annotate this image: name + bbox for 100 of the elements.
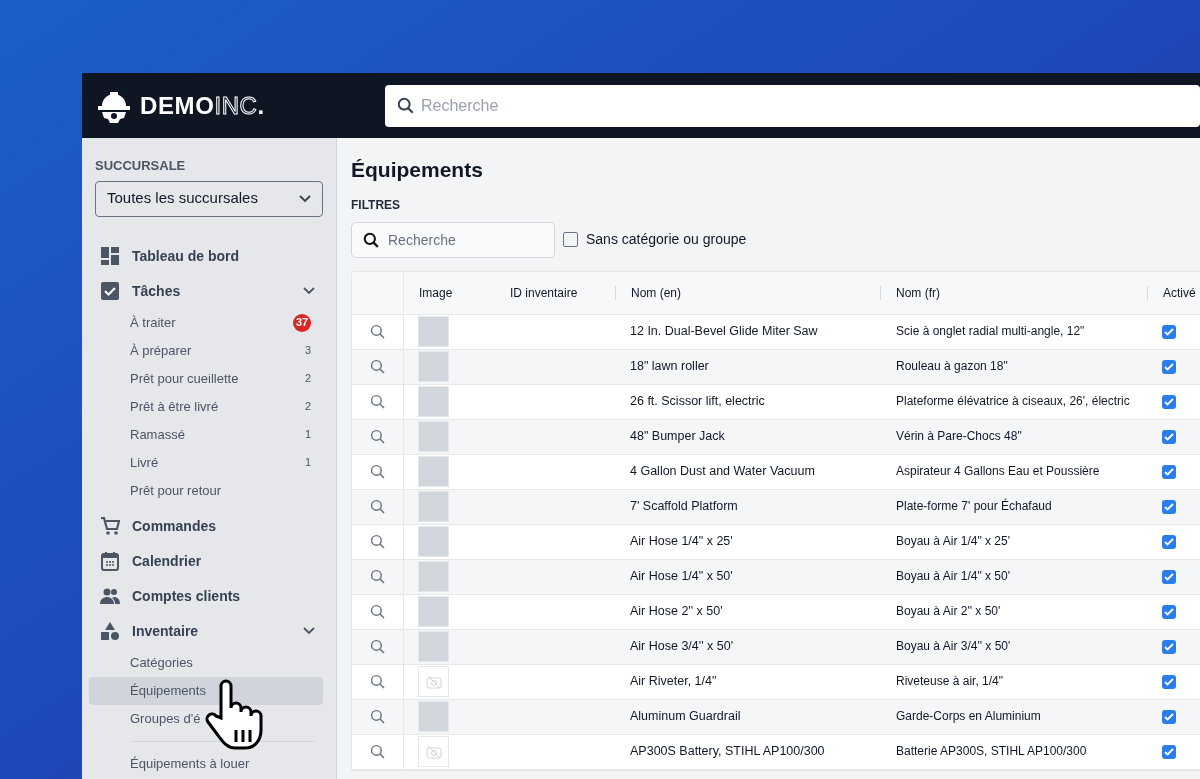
nav-subitem[interactable]: À préparer 3 bbox=[89, 336, 323, 365]
table-cell: Rouleau à gazon 18" bbox=[896, 359, 1008, 374]
nav-item[interactable]: Tâches bbox=[95, 273, 323, 309]
search-icon[interactable] bbox=[369, 323, 386, 340]
table-cell: Aspirateur 4 Gallons Eau et Poussière bbox=[896, 464, 1100, 479]
logo-text: . bbox=[257, 90, 265, 121]
nav-item[interactable]: Comptes clients bbox=[95, 578, 323, 614]
dashboard-icon bbox=[100, 246, 120, 266]
search-icon[interactable] bbox=[369, 498, 386, 515]
checkbox-label: Sans catégorie ou groupe bbox=[586, 230, 747, 249]
search-icon[interactable] bbox=[369, 673, 386, 690]
cart-icon bbox=[100, 516, 120, 536]
table-cell: 26 ft. Scissor lift, electric bbox=[630, 394, 765, 409]
checkbox[interactable] bbox=[1162, 604, 1176, 619]
checkbox[interactable] bbox=[1162, 394, 1176, 409]
search-icon[interactable] bbox=[369, 708, 386, 725]
checkbox[interactable] bbox=[1162, 674, 1176, 689]
nav-item[interactable]: Commandes bbox=[95, 508, 323, 544]
count-label: 1 bbox=[304, 427, 311, 443]
search-icon bbox=[363, 231, 380, 249]
table-cell: Boyau à Air 2'' x 50' bbox=[896, 604, 1001, 619]
column-header[interactable]: ID inventaire bbox=[510, 283, 578, 302]
table-cell: Air Hose 1/4" x 50' bbox=[630, 569, 733, 584]
nav-item[interactable]: Inventaire bbox=[95, 613, 323, 649]
nav-subitem[interactable]: Prêt à être livré 2 bbox=[89, 392, 323, 421]
table-cell: Garde-Corps en Aluminium bbox=[896, 709, 1041, 724]
table-cell: Air Hose 1/4" x 25' bbox=[630, 534, 733, 549]
people-icon bbox=[100, 586, 120, 606]
logo-text: DEMO bbox=[140, 90, 215, 121]
table-cell: 18" lawn roller bbox=[630, 359, 709, 374]
nav-subitem[interactable]: Prêt pour cueillette 2 bbox=[89, 364, 323, 393]
table-cell: Air Hose 3/4'' x 50' bbox=[630, 639, 734, 654]
count-label: 3 bbox=[304, 343, 311, 359]
column-header[interactable]: Nom (fr) bbox=[896, 283, 940, 302]
checkbox[interactable] bbox=[1162, 464, 1176, 479]
table-cell: Boyau à Air 1/4" x 25' bbox=[896, 534, 1010, 549]
nav-item[interactable]: Tableau de bord bbox=[95, 238, 323, 274]
search-icon[interactable] bbox=[369, 358, 386, 375]
search-icon[interactable] bbox=[369, 568, 386, 585]
search-icon[interactable] bbox=[369, 603, 386, 620]
calendar-icon bbox=[100, 551, 120, 571]
column-header[interactable]: Image bbox=[419, 283, 453, 302]
checkbox[interactable] bbox=[1162, 744, 1176, 759]
chevron-down-icon bbox=[299, 194, 311, 203]
count-label: 2 bbox=[304, 399, 311, 415]
column-header[interactable]: Nom (en) bbox=[631, 283, 681, 302]
branch-label: SUCCURSALE bbox=[95, 157, 187, 175]
table-cell: AP300S Battery, STIHL AP100/300 bbox=[630, 744, 825, 759]
search-icon[interactable] bbox=[369, 428, 386, 445]
nav-subitem[interactable]: Équipements bbox=[89, 676, 323, 705]
table-cell: Scie à onglet radial multi-angle, 12" bbox=[896, 324, 1085, 339]
table-cell: Air Riveter, 1/4" bbox=[630, 674, 717, 689]
count-label: 1 bbox=[304, 455, 311, 471]
nav-subitem[interactable]: Groupes d'é bbox=[89, 704, 323, 733]
page-title: Équipements bbox=[351, 157, 484, 183]
table-cell: Plate-forme 7' pour Échafaud bbox=[896, 499, 1052, 514]
checkbox[interactable] bbox=[563, 232, 578, 247]
checkbox[interactable] bbox=[1162, 639, 1176, 654]
checkbox[interactable] bbox=[1162, 359, 1176, 374]
search-icon[interactable] bbox=[369, 393, 386, 410]
table-cell: Batterie AP300S, STIHL AP100/300 bbox=[896, 744, 1087, 759]
nav-item[interactable]: Calendrier bbox=[95, 543, 323, 579]
nav-subitem[interactable]: Livré 1 bbox=[89, 448, 323, 477]
count-label: 2 bbox=[304, 371, 311, 387]
count-badge: 37 bbox=[293, 313, 311, 332]
filter-search-field[interactable]: Recherche bbox=[351, 221, 555, 258]
nav-subitem[interactable]: Ramassé 1 bbox=[89, 420, 323, 449]
search-icon bbox=[397, 96, 415, 115]
table-cell: Plateforme élévatrice à ciseaux, 26', électric bbox=[896, 394, 1130, 409]
table-cell: 7' Scaffold Platform bbox=[630, 499, 738, 514]
checkbox[interactable] bbox=[1162, 429, 1176, 444]
table-cell: Boyau à Air 3/4'' x 50' bbox=[896, 639, 1011, 654]
table-cell: Boyau à Air 1/4" x 50' bbox=[896, 569, 1010, 584]
search-icon[interactable] bbox=[369, 638, 386, 655]
table-cell: Vérin à Pare-Chocs 48" bbox=[896, 429, 1022, 444]
table-cell: 12 In. Dual-Bevel Glide Miter Saw bbox=[630, 324, 818, 339]
table-cell: Air Hose 2'' x 50' bbox=[630, 604, 723, 619]
branch-select[interactable]: Toutes les succursales bbox=[95, 180, 323, 217]
search-icon[interactable] bbox=[369, 743, 386, 760]
checkbox-icon bbox=[100, 281, 120, 301]
table-cell: Riveteuse à air, 1/4" bbox=[896, 674, 1003, 689]
checkbox[interactable] bbox=[1162, 569, 1176, 584]
filters-label: FILTRES bbox=[351, 196, 402, 214]
search-field[interactable]: Recherche bbox=[385, 84, 1200, 127]
search-icon[interactable] bbox=[369, 463, 386, 480]
column-header[interactable]: Activé bbox=[1163, 283, 1196, 302]
nav-subitem[interactable]: Équipements à louer bbox=[89, 749, 323, 778]
logo-text: INC bbox=[214, 90, 258, 121]
table-cell: 48" Bumper Jack bbox=[630, 429, 725, 444]
nav-subitem[interactable]: Prêt pour retour bbox=[89, 476, 323, 505]
table-cell: 4 Gallon Dust and Water Vacuum bbox=[630, 464, 815, 479]
checkbox[interactable] bbox=[1162, 324, 1176, 339]
shapes-icon bbox=[100, 621, 120, 641]
nav-subitem[interactable]: À traiter 37 bbox=[89, 308, 323, 337]
checkbox[interactable] bbox=[1162, 499, 1176, 514]
checkbox[interactable] bbox=[1162, 534, 1176, 549]
table-cell: Aluminum Guardrail bbox=[630, 709, 741, 724]
search-icon[interactable] bbox=[369, 533, 386, 550]
nav-subitem[interactable]: Catégories bbox=[89, 648, 323, 677]
checkbox[interactable] bbox=[1162, 709, 1176, 724]
